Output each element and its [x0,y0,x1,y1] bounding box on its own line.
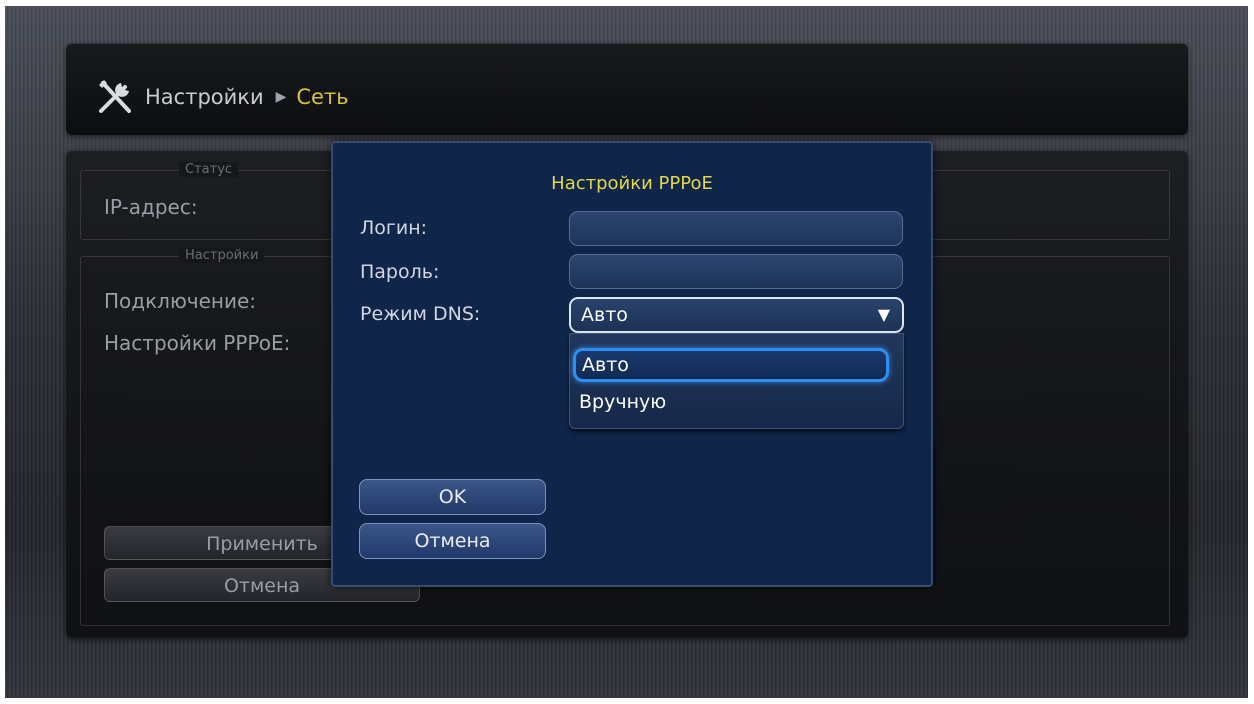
pppoe-settings-dialog: Настройки PPPoE Логин: Пароль: Режим DNS… [331,141,933,587]
password-label: Пароль: [360,261,440,283]
triangle-right-icon: ▶ [275,89,287,105]
ok-button[interactable]: OK [359,479,546,515]
login-field[interactable] [569,211,903,246]
settings-group-title: Настройки [179,248,265,263]
connection-label: Подключение: [104,289,257,313]
dialog-title: Настройки PPPoE [551,173,713,194]
dns-mode-label: Режим DNS: [360,303,481,325]
dialog-cancel-button[interactable]: Отмена [359,523,546,559]
dns-mode-selected-value: Авто [581,304,628,326]
dns-option-auto[interactable]: Авто [573,348,889,382]
dns-option-manual[interactable]: Вручную [573,386,889,420]
status-group-title: Статус [179,162,239,177]
breadcrumb-current: Сеть [296,85,349,109]
dns-mode-dropdown: Авто Вручную [569,333,904,429]
tools-icon [99,80,131,113]
password-field[interactable] [569,254,903,289]
breadcrumb-root[interactable]: Настройки [145,85,264,109]
dns-mode-select[interactable]: Авто ▼ [569,297,904,333]
login-label: Логин: [360,217,428,239]
ip-address-label: IP-адрес: [104,195,198,219]
header-bar: Настройки ▶ Сеть [66,43,1188,135]
chevron-down-icon: ▼ [877,305,890,324]
breadcrumb: Настройки ▶ Сеть [95,77,349,117]
pppoe-settings-label: Настройки PPPoE: [104,331,291,355]
tv-screen: Настройки ▶ Сеть Статус IP-адрес: Настро… [5,6,1248,698]
